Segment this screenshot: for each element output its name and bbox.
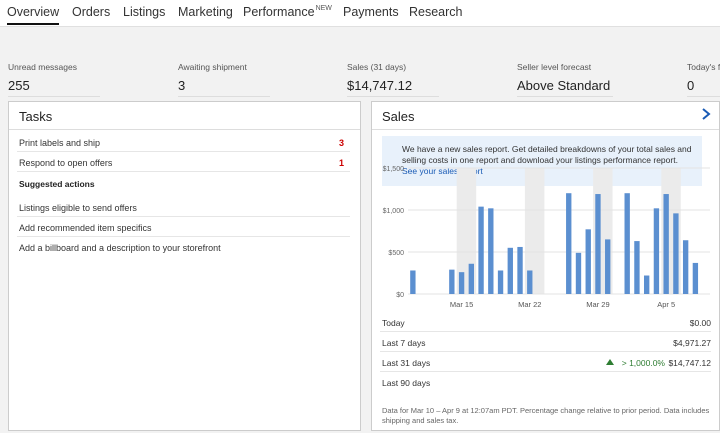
bar <box>605 239 611 294</box>
bar <box>410 270 416 294</box>
percent-change: > 1,000.0% <box>621 358 665 368</box>
bar <box>527 270 533 294</box>
task-respond-offers[interactable]: Respond to open offers 1 <box>17 152 350 172</box>
y-tick-label: $0 <box>396 292 404 299</box>
bar <box>566 193 572 294</box>
task-count: 1 <box>338 158 344 168</box>
bar <box>458 272 465 294</box>
sales-card: Sales We have a new sales report. Get de… <box>371 101 720 431</box>
tab-research[interactable]: Research <box>409 5 463 19</box>
bar <box>517 246 523 294</box>
bar <box>624 193 630 294</box>
sales-chart: $1,500 $1,000 $500 $0 Mar 15 Mar 22 Mar 29 Apr … <box>383 166 710 309</box>
suggested-actions-title: Suggested actions <box>19 179 95 189</box>
bar <box>449 269 455 294</box>
bar <box>478 206 484 294</box>
task-print-labels[interactable]: Print labels and ship 3 <box>17 132 350 152</box>
bar <box>595 194 601 294</box>
bar <box>673 213 679 294</box>
x-tick-label: Mar 29 <box>586 300 609 309</box>
suggested-item-specifics[interactable]: Add recommended item specifics <box>17 217 350 237</box>
tasks-title: Tasks <box>19 109 53 124</box>
metric-awaiting-shipment[interactable]: Awaiting shipment 3 <box>178 62 270 97</box>
tab-orders[interactable]: Orders <box>72 5 110 19</box>
bar <box>653 208 660 294</box>
sales-row-7-days: Last 7 days $4,971.27 <box>380 333 711 352</box>
bar <box>643 275 650 294</box>
bar <box>663 194 669 294</box>
tab-payments[interactable]: Payments <box>343 5 399 19</box>
x-tick-label: Mar 22 <box>518 300 541 309</box>
tasks-header: Tasks <box>9 102 360 130</box>
tab-marketing[interactable]: Marketing <box>178 5 233 19</box>
bar <box>488 208 494 294</box>
y-tick-label: $1,000 <box>383 208 405 215</box>
tasks-card: Tasks Print labels and ship 3 Respond to… <box>8 101 361 431</box>
trend-up-icon <box>606 359 614 365</box>
y-tick-label: $1,500 <box>383 166 405 173</box>
sales-row-31-days: Last 31 days > 1,000.0% $14,747.12 <box>380 353 711 372</box>
sales-header: Sales <box>372 102 719 130</box>
y-tick-label: $500 <box>388 250 404 257</box>
metric-sales-31-days[interactable]: Sales (31 days) $14,747.12 <box>347 62 439 97</box>
task-count: 3 <box>338 138 344 148</box>
x-tick-label: Apr 5 <box>657 300 675 309</box>
tab-performance[interactable]: PerformanceNEW <box>243 5 332 19</box>
bar <box>634 241 640 294</box>
suggested-billboard[interactable]: Add a billboard and a description to you… <box>17 237 350 257</box>
sales-footnote: Data for Mar 10 – Apr 9 at 12:07am PDT. … <box>382 406 710 425</box>
chevron-right-icon[interactable] <box>699 106 713 122</box>
bar <box>507 247 513 294</box>
new-badge: NEW <box>315 5 332 12</box>
sales-row-today: Today $0.00 <box>380 313 711 332</box>
sales-row-90-days: Last 90 days <box>382 378 431 388</box>
metric-unread-messages[interactable]: Unread messages 255 <box>8 62 100 97</box>
tab-overview[interactable]: Overview <box>7 5 60 25</box>
bar <box>585 229 591 294</box>
suggested-send-offers[interactable]: Listings eligible to send offers <box>17 197 350 217</box>
sales-title: Sales <box>382 109 415 124</box>
bar <box>682 240 689 294</box>
metric-seller-level-forecast[interactable]: Seller level forecast Above Standard <box>517 62 613 97</box>
metric-todays-fees[interactable]: Today's fe 0 <box>687 62 720 97</box>
bar <box>468 263 475 294</box>
bar <box>575 252 582 294</box>
tab-listings[interactable]: Listings <box>123 5 165 19</box>
x-tick-label: Mar 15 <box>450 300 473 309</box>
bar <box>692 262 699 294</box>
top-nav: Overview Orders Listings Marketing Perfo… <box>0 0 720 27</box>
bar <box>497 270 504 294</box>
